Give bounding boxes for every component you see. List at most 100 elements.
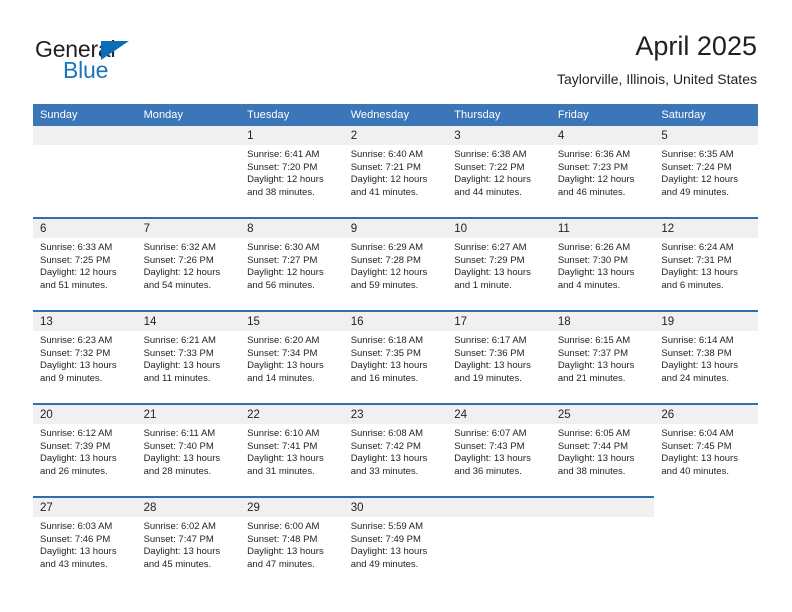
day-number-cell[interactable]: 11 bbox=[550, 217, 655, 238]
day-daylight1-text: Daylight: 13 hours bbox=[143, 546, 221, 558]
day-number-cell[interactable]: 7 bbox=[136, 217, 241, 238]
day-detail-cell[interactable]: Sunrise: 6:04 AM Sunset: 7:45 PM Daylight:… bbox=[654, 424, 758, 497]
day-daylight1-text: Daylight: 13 hours bbox=[247, 360, 324, 372]
day-number-cell[interactable]: 4 bbox=[550, 126, 655, 145]
calendar-body: 1 2 3 4 5 Sunrise: 6:41 AM Sunset: 7:20 PM Dayl… bbox=[33, 126, 758, 589]
day-number-cell[interactable]: 14 bbox=[136, 310, 241, 331]
day-detail-cell[interactable]: Sunrise: 6:32 AM Sunset: 7:26 PM Daylight:… bbox=[136, 238, 241, 311]
day-number-cell[interactable]: 25 bbox=[550, 403, 655, 424]
day-number-cell[interactable]: 29 bbox=[240, 496, 344, 517]
day-sunrise-text: Sunrise: 6:03 AM bbox=[40, 521, 113, 532]
day-number-cell[interactable]: 24 bbox=[447, 403, 551, 424]
day-number-cell[interactable]: 6 bbox=[33, 217, 137, 238]
day-sunset-text: Sunset: 7:32 PM bbox=[40, 347, 111, 359]
day-number-cell[interactable]: 27 bbox=[33, 496, 137, 517]
week-number-row: 13 14 15 16 17 18 19 bbox=[33, 310, 758, 331]
day-detail-cell[interactable]: Sunrise: 6:07 AM Sunset: 7:43 PM Daylight:… bbox=[447, 424, 551, 497]
day-sunset-text: Sunset: 7:21 PM bbox=[350, 161, 421, 173]
day-detail-cell[interactable]: Sunrise: 6:03 AM Sunset: 7:46 PM Daylight:… bbox=[33, 517, 137, 589]
day-sunrise-text: Sunrise: 6:02 AM bbox=[143, 521, 216, 532]
day-number-cell[interactable]: 2 bbox=[343, 126, 448, 145]
day-daylight2-text: and 11 minutes. bbox=[143, 372, 211, 384]
day-detail-cell[interactable]: Sunrise: 6:24 AM Sunset: 7:31 PM Daylight:… bbox=[654, 238, 758, 311]
day-sunset-text: Sunset: 7:30 PM bbox=[557, 254, 629, 266]
day-number-cell[interactable]: 10 bbox=[447, 217, 551, 238]
day-detail-cell[interactable]: Sunrise: 6:17 AM Sunset: 7:36 PM Daylight:… bbox=[447, 331, 551, 404]
day-number-cell[interactable]: 30 bbox=[343, 496, 448, 517]
day-daylight1-text: Daylight: 12 hours bbox=[661, 174, 738, 186]
day-number-cell[interactable]: 8 bbox=[240, 217, 344, 238]
day-detail-cell[interactable]: Sunrise: 6:36 AM Sunset: 7:23 PM Daylight:… bbox=[550, 145, 655, 218]
day-detail-cell[interactable]: Sunrise: 6:10 AM Sunset: 7:41 PM Daylight:… bbox=[240, 424, 344, 497]
day-daylight1-text: Daylight: 13 hours bbox=[350, 360, 428, 372]
day-number-cell[interactable]: 13 bbox=[33, 310, 137, 331]
day-detail-cell[interactable]: Sunrise: 6:21 AM Sunset: 7:33 PM Daylight:… bbox=[136, 331, 241, 404]
day-number-cell-empty bbox=[136, 126, 241, 145]
day-number-cell[interactable]: 12 bbox=[654, 217, 758, 238]
day-detail-cell[interactable]: Sunrise: 6:00 AM Sunset: 7:48 PM Daylight:… bbox=[240, 517, 344, 589]
day-daylight1-text: Daylight: 12 hours bbox=[40, 267, 117, 279]
day-detail-cell[interactable]: Sunrise: 6:23 AM Sunset: 7:32 PM Daylight:… bbox=[33, 331, 137, 404]
week-detail-row: Sunrise: 6:12 AM Sunset: 7:39 PM Daylight:… bbox=[33, 424, 758, 497]
day-sunset-text: Sunset: 7:35 PM bbox=[350, 347, 421, 359]
day-detail-cell[interactable]: Sunrise: 5:59 AM Sunset: 7:49 PM Daylight:… bbox=[343, 517, 448, 589]
day-sunset-text: Sunset: 7:20 PM bbox=[247, 161, 318, 173]
day-sunset-text: Sunset: 7:37 PM bbox=[557, 347, 629, 359]
day-number-cell[interactable]: 9 bbox=[343, 217, 448, 238]
day-sunset-text: Sunset: 7:38 PM bbox=[661, 347, 732, 359]
calendar-grid: Sunday Monday Tuesday Wednesday Thursday… bbox=[33, 104, 758, 589]
day-detail-cell[interactable]: Sunrise: 6:12 AM Sunset: 7:39 PM Daylight:… bbox=[33, 424, 137, 497]
day-number-cell[interactable]: 5 bbox=[654, 126, 758, 145]
calendar-page: General Blue April 2025 Taylorville, Ill… bbox=[0, 0, 792, 612]
day-detail-cell[interactable]: Sunrise: 6:38 AM Sunset: 7:22 PM Daylight:… bbox=[447, 145, 551, 218]
day-detail-cell[interactable]: Sunrise: 6:26 AM Sunset: 7:30 PM Daylight:… bbox=[550, 238, 655, 311]
day-number-cell[interactable]: 26 bbox=[654, 403, 758, 424]
day-daylight1-text: Daylight: 13 hours bbox=[143, 453, 221, 465]
day-daylight2-text: and 38 minutes. bbox=[557, 465, 626, 477]
day-number-cell[interactable]: 19 bbox=[654, 310, 758, 331]
day-number-cell[interactable]: 16 bbox=[343, 310, 448, 331]
weekday-header-wednesday: Wednesday bbox=[343, 104, 448, 126]
day-sunset-text: Sunset: 7:29 PM bbox=[454, 254, 525, 266]
day-daylight2-text: and 40 minutes. bbox=[661, 465, 729, 477]
day-detail-cell[interactable]: Sunrise: 6:11 AM Sunset: 7:40 PM Daylight:… bbox=[136, 424, 241, 497]
day-detail-cell[interactable]: Sunrise: 6:33 AM Sunset: 7:25 PM Daylight:… bbox=[33, 238, 137, 311]
day-sunrise-text: Sunrise: 6:10 AM bbox=[247, 428, 320, 439]
page-subtitle: Taylorville, Illinois, United States bbox=[557, 71, 757, 87]
day-detail-cell[interactable]: Sunrise: 6:40 AM Sunset: 7:21 PM Daylight:… bbox=[343, 145, 448, 218]
day-sunrise-text: Sunrise: 6:15 AM bbox=[557, 335, 631, 346]
day-daylight2-text: and 19 minutes. bbox=[454, 372, 522, 384]
day-daylight1-text: Daylight: 13 hours bbox=[143, 360, 221, 372]
day-number-cell[interactable]: 20 bbox=[33, 403, 137, 424]
day-number-cell[interactable]: 28 bbox=[136, 496, 241, 517]
day-detail-cell[interactable]: Sunrise: 6:30 AM Sunset: 7:27 PM Daylight:… bbox=[240, 238, 344, 311]
day-number-cell[interactable]: 1 bbox=[240, 126, 344, 145]
day-sunset-text: Sunset: 7:42 PM bbox=[350, 440, 421, 452]
day-number-cell[interactable]: 3 bbox=[447, 126, 551, 145]
day-number-cell[interactable]: 21 bbox=[136, 403, 241, 424]
day-number-cell[interactable]: 17 bbox=[447, 310, 551, 331]
day-detail-cell[interactable]: Sunrise: 6:02 AM Sunset: 7:47 PM Daylight:… bbox=[136, 517, 241, 589]
day-sunset-text: Sunset: 7:41 PM bbox=[247, 440, 318, 452]
weekday-header-friday: Friday bbox=[550, 104, 655, 126]
day-daylight1-text: Daylight: 13 hours bbox=[40, 546, 117, 558]
day-detail-cell[interactable]: Sunrise: 6:18 AM Sunset: 7:35 PM Daylight:… bbox=[343, 331, 448, 404]
day-detail-cell[interactable]: Sunrise: 6:20 AM Sunset: 7:34 PM Daylight:… bbox=[240, 331, 344, 404]
day-detail-cell[interactable]: Sunrise: 6:14 AM Sunset: 7:38 PM Daylight:… bbox=[654, 331, 758, 404]
day-number-cell[interactable]: 23 bbox=[343, 403, 448, 424]
day-detail-cell-empty bbox=[33, 145, 137, 218]
day-detail-cell[interactable]: Sunrise: 6:35 AM Sunset: 7:24 PM Daylight:… bbox=[654, 145, 758, 218]
day-detail-cell[interactable]: Sunrise: 6:08 AM Sunset: 7:42 PM Daylight:… bbox=[343, 424, 448, 497]
day-daylight1-text: Daylight: 13 hours bbox=[557, 453, 635, 465]
week-number-row: 6 7 8 9 10 11 12 bbox=[33, 217, 758, 238]
day-detail-cell[interactable]: Sunrise: 6:41 AM Sunset: 7:20 PM Daylight:… bbox=[240, 145, 344, 218]
day-daylight1-text: Daylight: 13 hours bbox=[661, 453, 738, 465]
day-number-cell-empty bbox=[654, 497, 758, 517]
day-detail-cell[interactable]: Sunrise: 6:29 AM Sunset: 7:28 PM Daylight:… bbox=[343, 238, 448, 311]
day-detail-cell[interactable]: Sunrise: 6:15 AM Sunset: 7:37 PM Daylight:… bbox=[550, 331, 655, 404]
day-number-cell[interactable]: 15 bbox=[240, 310, 344, 331]
day-detail-cell[interactable]: Sunrise: 6:05 AM Sunset: 7:44 PM Daylight:… bbox=[550, 424, 655, 497]
day-detail-cell[interactable]: Sunrise: 6:27 AM Sunset: 7:29 PM Daylight:… bbox=[447, 238, 551, 311]
day-number-cell[interactable]: 18 bbox=[550, 310, 655, 331]
day-number-cell[interactable]: 22 bbox=[240, 403, 344, 424]
